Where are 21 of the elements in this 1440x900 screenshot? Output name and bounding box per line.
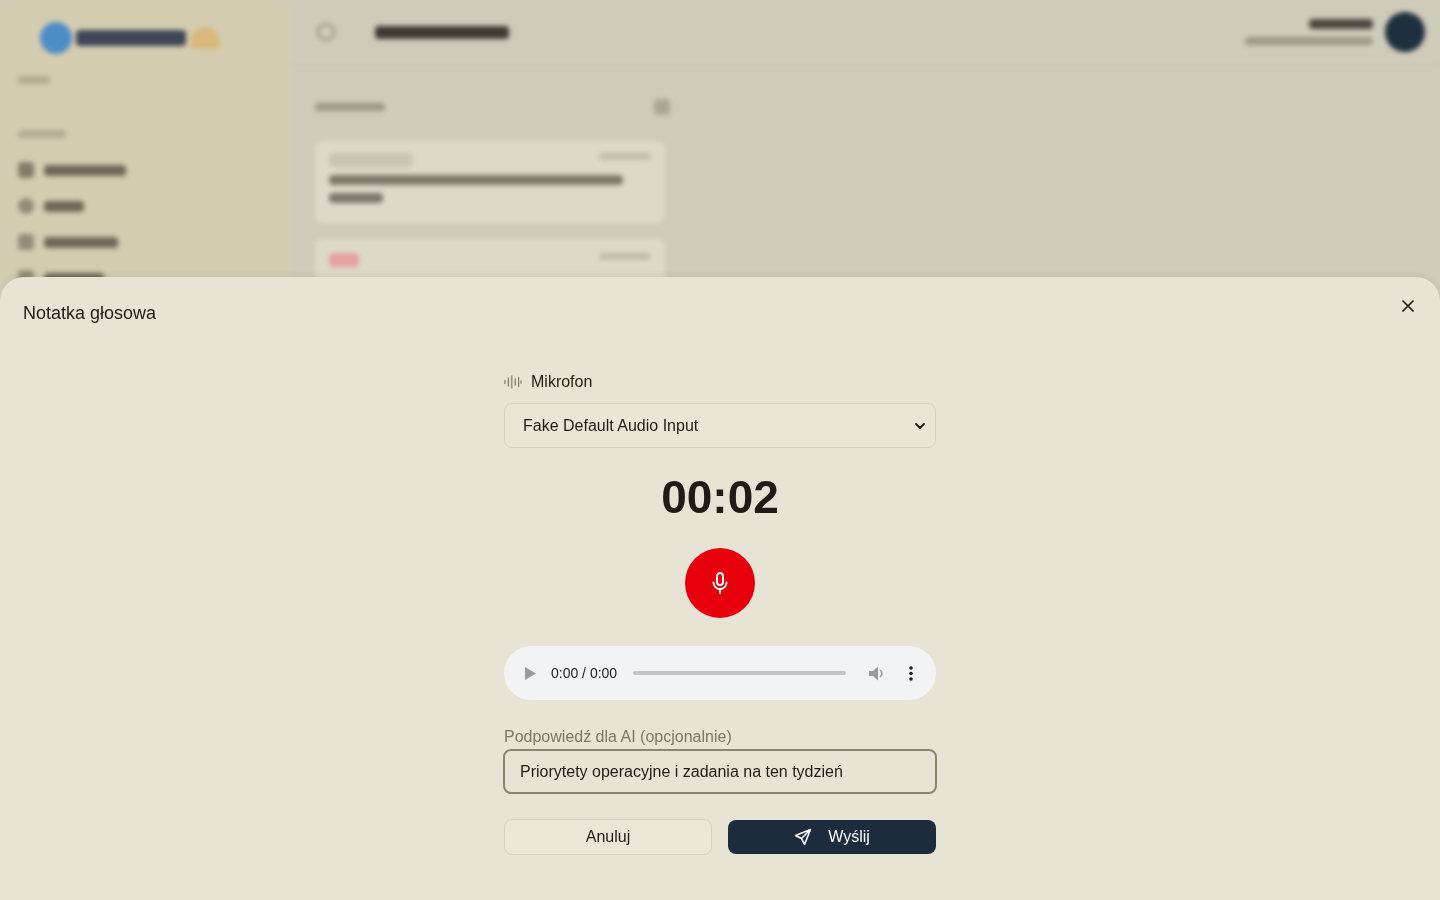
chevron-down-icon — [915, 422, 925, 429]
volume-button[interactable] — [868, 664, 886, 682]
speaker-icon — [868, 665, 886, 681]
more-options-button[interactable] — [908, 665, 914, 681]
seek-track[interactable] — [633, 671, 846, 675]
play-button[interactable] — [525, 666, 537, 680]
hint-input[interactable]: Priorytety operacyjne i zadania na ten tydzień — [503, 749, 937, 794]
play-icon — [525, 666, 536, 680]
waveform-icon — [504, 375, 522, 389]
hint-label: Podpowiedź dla AI (opcjonalnie) — [504, 727, 733, 747]
cancel-button[interactable]: Anuluj — [504, 819, 712, 855]
audio-time: 0:00 / 0:00 — [551, 663, 618, 683]
send-button[interactable]: Wyślij — [728, 820, 936, 854]
dialog-title: Notatka głosowa — [23, 302, 157, 325]
send-icon — [794, 828, 813, 846]
recording-timer: 00:02 — [661, 470, 779, 525]
microphone-label: Mikrofon — [531, 372, 593, 392]
microphone-icon — [712, 572, 728, 594]
microphone-select[interactable]: Fake Default Audio Input — [504, 403, 936, 448]
vertical-dots-icon — [909, 665, 913, 681]
close-icon — [1402, 300, 1414, 312]
